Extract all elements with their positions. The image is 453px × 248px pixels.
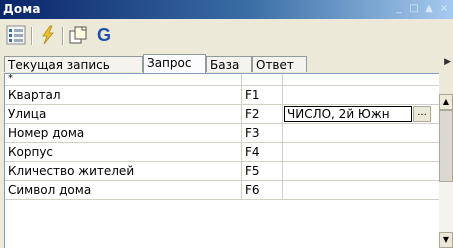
lightning-icon xyxy=(42,25,54,45)
row-name-cell: Улица xyxy=(5,105,242,124)
minimize-button[interactable]: _ xyxy=(394,3,404,15)
new-row[interactable]: * xyxy=(5,74,439,86)
maximize-button[interactable]: □ xyxy=(409,3,419,15)
row-field-cell: F1 xyxy=(242,86,283,105)
row-name-cell: Квартал xyxy=(5,86,242,105)
street-value-input[interactable]: ЧИСЛО, 2й Южн xyxy=(284,106,412,122)
scroll-up-button[interactable]: ▲ xyxy=(439,94,453,110)
table-row[interactable]: Квартал F1 xyxy=(5,86,439,105)
vertical-scrollbar[interactable]: ▲ ▼ xyxy=(439,94,453,248)
tabs-scroll-right-icon[interactable]: ▶ xyxy=(444,57,451,67)
row-field-cell: F3 xyxy=(242,124,283,143)
table-row[interactable]: Символ дома F6 xyxy=(5,181,439,200)
new-row-value-cell[interactable] xyxy=(283,74,439,86)
copy-button[interactable] xyxy=(66,23,90,47)
rollup-button[interactable]: ▲ xyxy=(424,3,434,15)
toolbar-separator xyxy=(31,27,33,45)
copy-document-icon xyxy=(69,26,87,44)
run-button[interactable] xyxy=(36,23,60,47)
grid-settings-button[interactable] xyxy=(4,23,28,47)
row-name-cell: Кличество жителей xyxy=(5,162,242,181)
ellipsis-button[interactable]: ... xyxy=(413,106,431,122)
scroll-thumb[interactable] xyxy=(439,110,453,182)
tab-current-record[interactable]: Текущая запись xyxy=(4,56,143,72)
window-controls: _ □ ▲ × xyxy=(394,3,449,15)
close-button[interactable]: × xyxy=(439,3,449,15)
table-row[interactable]: Улица F2 ЧИСЛО, 2й Южн ... xyxy=(5,105,439,124)
new-row-field-cell[interactable] xyxy=(242,74,283,86)
row-field-cell: F5 xyxy=(242,162,283,181)
row-name-cell: Символ дома xyxy=(5,181,242,200)
row-name-cell: Номер дома xyxy=(5,124,242,143)
row-name-cell: Корпус xyxy=(5,143,242,162)
row-value-cell[interactable] xyxy=(283,124,439,143)
tab-base[interactable]: База xyxy=(206,56,252,72)
row-field-cell: F4 xyxy=(242,143,283,162)
grid-settings-icon xyxy=(6,25,26,45)
new-row-marker: * xyxy=(5,74,242,86)
tab-query[interactable]: Запрос xyxy=(143,54,206,73)
tab-answer[interactable]: Ответ xyxy=(252,56,307,72)
table-row[interactable]: Кличество жителей F5 xyxy=(5,162,439,181)
row-field-cell: F6 xyxy=(242,181,283,200)
generate-button[interactable]: G xyxy=(92,23,116,47)
title-bar[interactable]: Дома _ □ ▲ × xyxy=(0,0,453,19)
scroll-down-button[interactable]: ▼ xyxy=(439,232,453,248)
row-value-cell[interactable] xyxy=(283,143,439,162)
row-value-cell[interactable] xyxy=(283,162,439,181)
table-row[interactable]: Корпус F4 xyxy=(5,143,439,162)
row-field-cell: F2 xyxy=(242,105,283,124)
row-value-cell[interactable] xyxy=(283,181,439,200)
tab-strip: Текущая запись Запрос База Ответ ▶ xyxy=(0,53,453,73)
toolbar: G xyxy=(0,19,453,53)
table-row[interactable]: Номер дома F3 xyxy=(5,124,439,143)
query-grid: * Квартал F1 Улица F2 ЧИСЛО, 2й Южн ... … xyxy=(4,73,439,248)
row-value-cell[interactable] xyxy=(283,86,439,105)
toolbar-separator xyxy=(62,27,64,45)
window-title: Дома xyxy=(3,2,41,16)
houses-window: Дома _ □ ▲ × G Текущая запись Запрос Баз… xyxy=(0,0,453,248)
generate-g-icon: G xyxy=(96,24,111,45)
